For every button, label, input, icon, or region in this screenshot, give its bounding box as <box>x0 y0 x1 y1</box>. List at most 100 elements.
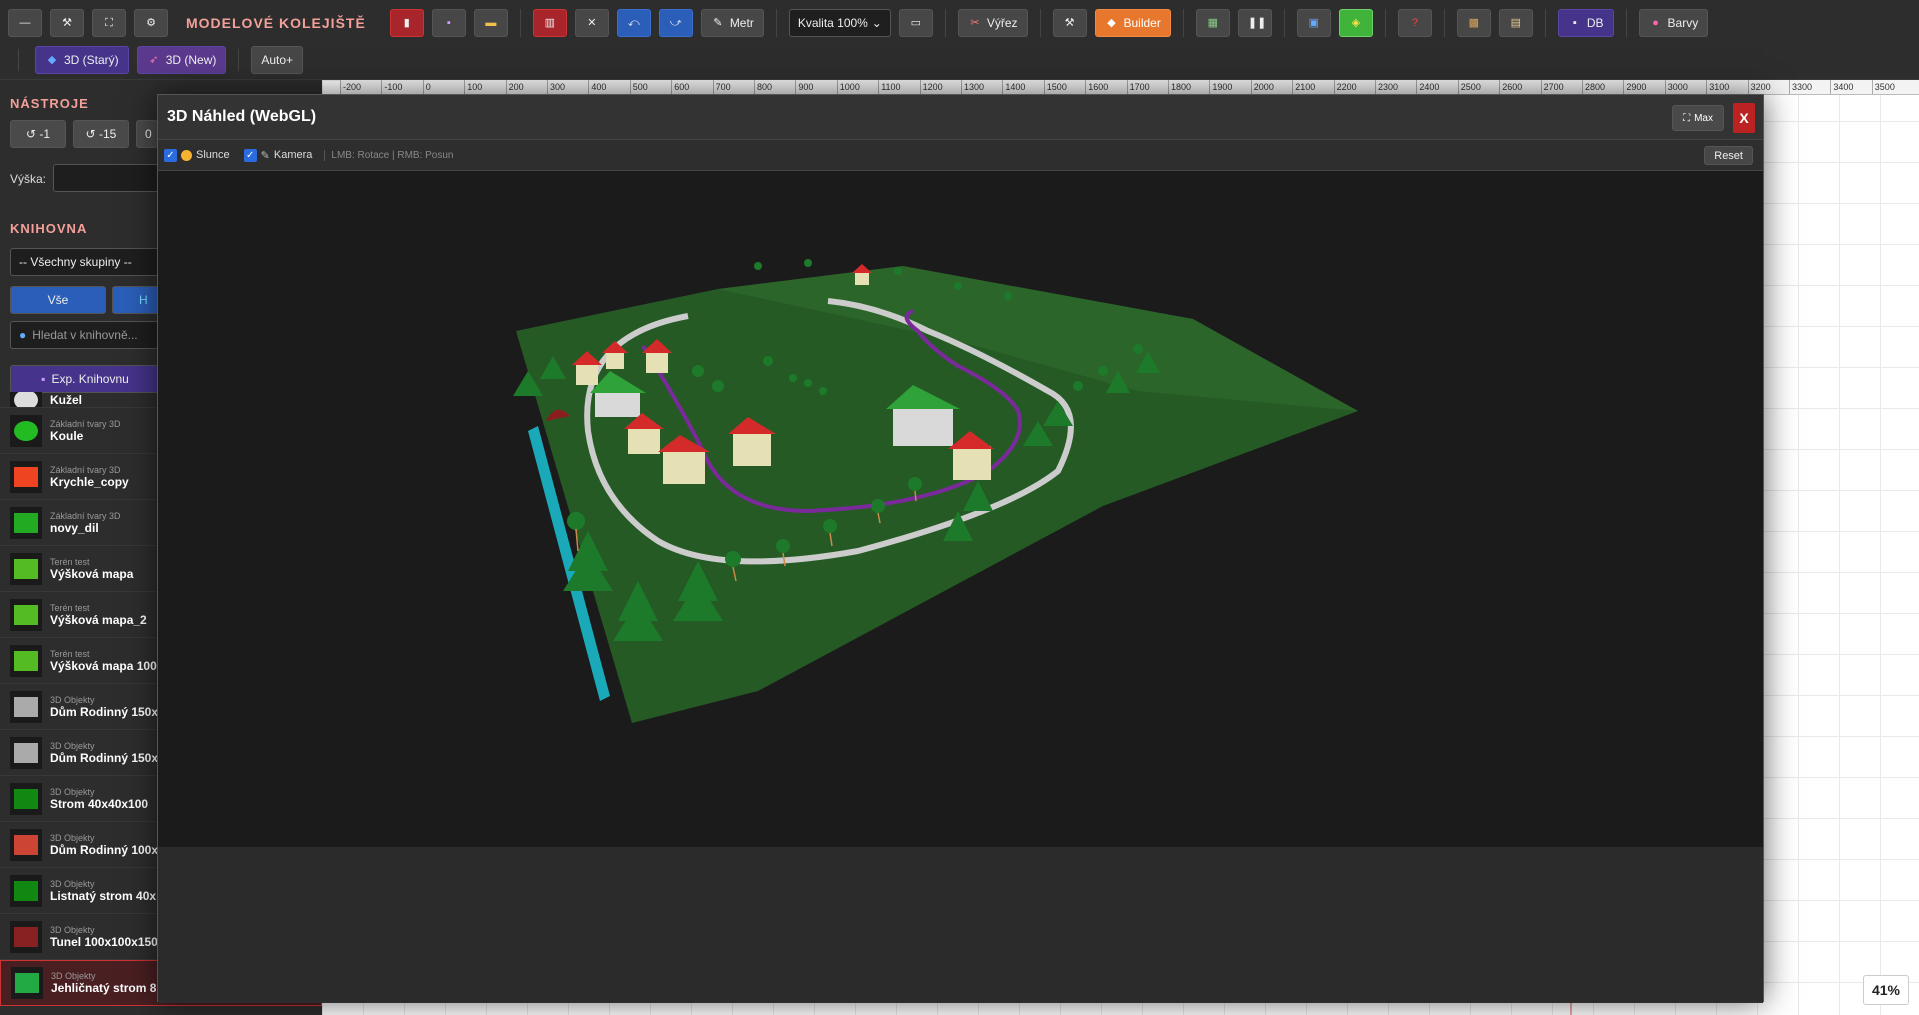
search-icon: ● <box>19 328 27 342</box>
save-button[interactable]: ▪ <box>431 9 466 37</box>
dialog-footer <box>158 847 1763 1003</box>
library-item-name: Krychle_copy <box>50 474 129 489</box>
ruler-tick: 2100 <box>1292 80 1315 94</box>
pause-button[interactable]: ❚❚ <box>1237 9 1272 37</box>
package-button[interactable]: ▩ <box>1456 9 1491 37</box>
ruler-tick: 2300 <box>1375 80 1398 94</box>
palette-icon: ● <box>1652 17 1659 29</box>
library-item-category: 3D Objekty <box>50 694 95 705</box>
tools-section-title: NÁSTROJE <box>10 96 89 111</box>
library-item-thumbnail <box>10 874 42 907</box>
library-item-category: Terén test <box>50 648 90 659</box>
library-item-thumbnail <box>10 552 42 585</box>
library-search-input[interactable]: ● Hledat v knihovně... <box>10 321 160 349</box>
build-tools-button[interactable]: ⚒ <box>1052 9 1087 37</box>
pause-icon: ❚❚ <box>1247 17 1267 29</box>
image-button[interactable]: ▣ <box>1296 9 1331 37</box>
library-item-thumbnail <box>10 828 42 861</box>
webgl-viewport[interactable] <box>158 171 1763 847</box>
ruler-tick: 300 <box>547 80 565 94</box>
open-button[interactable]: ▬ <box>473 9 508 37</box>
settings-button[interactable]: ⚙ <box>134 9 168 37</box>
ruler-tick: 1100 <box>878 80 901 94</box>
ruler-tick: 600 <box>671 80 689 94</box>
preview-3d-dialog: 3D Náhled (WebGL) ⛶ Max X ✓ Slunce ✓ ✎ Ka… <box>157 94 1764 1003</box>
library-item-text: Základní tvary 3D Koule <box>50 419 121 443</box>
sun-checkbox[interactable]: ✓ <box>164 148 177 162</box>
ruler-tick: 1000 <box>836 80 860 94</box>
zoom-indicator: 41% <box>1863 975 1909 1005</box>
rotate-minus-1-button[interactable]: ↺ -1 <box>10 120 66 148</box>
layers-button[interactable]: ▦ <box>1195 9 1230 37</box>
gear-icon: ⚙ <box>146 17 156 29</box>
filter-all-button[interactable]: Vše <box>10 286 106 314</box>
export-library-button[interactable]: ▪ Exp. Knihovnu <box>10 365 160 393</box>
builder-button[interactable]: ◆ Builder <box>1094 9 1171 37</box>
library-item-name: Strom 40x40x100 <box>50 796 149 811</box>
library-item-name: novy_dil <box>50 520 99 535</box>
ruler-tick: 2800 <box>1582 80 1605 94</box>
ruler-tick: 0 <box>422 80 431 94</box>
library-item-text: 3D Objekty Jehličnatý strom 8 <box>51 971 156 995</box>
library-item-text: 3D Objekty Strom 40x40x100 <box>50 787 148 811</box>
clipboard-button[interactable]: ▤ <box>1498 9 1533 37</box>
filter-flag-button[interactable]: H <box>112 286 160 314</box>
library-item-text: Terén test Výšková mapa_2 <box>50 603 147 627</box>
height-input[interactable] <box>53 164 163 192</box>
ruler-tick: 2400 <box>1416 80 1439 94</box>
library-item-text: Základní tvary 3D novy_dil <box>50 511 121 535</box>
ruler-tick: 100 <box>464 80 482 94</box>
library-item-thumbnail <box>11 967 43 999</box>
colors-button[interactable]: ● Barvy <box>1638 9 1709 37</box>
library-item-preview-icon <box>14 466 38 487</box>
library-item-text: 3D Objekty Listnatý strom 40x <box>50 879 156 903</box>
measure-button[interactable]: ✎ Metr <box>700 9 764 37</box>
help-button[interactable]: ? <box>1397 9 1432 37</box>
display-button[interactable]: ▭ <box>898 9 933 37</box>
fullscreen-button[interactable]: ⛶ <box>92 9 126 37</box>
collapse-menu-button[interactable]: — <box>8 9 42 37</box>
ruler-tick: 3000 <box>1664 80 1688 94</box>
scene-render <box>513 259 1358 723</box>
dialog-header: 3D Náhled (WebGL) ⛶ Max X <box>158 95 1763 140</box>
rotate-zero-button[interactable]: 0 <box>136 120 158 148</box>
chevron-down-icon: ⌄ <box>871 16 882 30</box>
auto-label: Auto+ <box>261 53 294 67</box>
library-item-thumbnail <box>10 506 42 539</box>
rotate-minus-15-button[interactable]: ↺ -15 <box>73 120 129 148</box>
library-item-thumbnail <box>10 690 42 723</box>
group-select[interactable]: -- Všechny skupiny -- <box>10 248 160 276</box>
view3d-new-button[interactable]: ➶ 3D (New) <box>136 46 227 74</box>
library-item-name: Výšková mapa_2 <box>50 612 147 627</box>
toolbar-divider <box>18 49 19 71</box>
library-item-text: Kužel <box>50 393 82 407</box>
database-icon: ▪ <box>1572 17 1577 29</box>
quality-select[interactable]: Kvalita 100% ⌄ <box>788 9 891 37</box>
crop-button[interactable]: ✂ Výřez <box>957 9 1028 37</box>
reset-view-button[interactable]: Reset <box>1704 146 1753 165</box>
view3d-old-button[interactable]: ◆ 3D (Starý) <box>35 46 129 74</box>
toolbar-divider <box>1443 9 1445 37</box>
library-item-category: Terén test <box>50 602 90 613</box>
toolbar-divider <box>944 9 946 37</box>
undo-button[interactable]: ⤺ <box>616 9 651 37</box>
ruler-tick: 500 <box>629 80 648 94</box>
delete-button[interactable]: ▥ <box>532 9 567 37</box>
new-file-button[interactable]: ▮ <box>389 9 424 37</box>
redo-button[interactable]: ⤻ <box>658 9 693 37</box>
camera-checkbox[interactable]: ✓ <box>243 148 257 162</box>
database-button[interactable]: ▪ DB <box>1557 9 1614 37</box>
toolbar-divider <box>775 9 777 37</box>
filter-flag-label: H <box>139 293 148 307</box>
cancel-button[interactable]: ✕ <box>574 9 609 37</box>
maximize-button[interactable]: ⛶ Max <box>1672 105 1724 131</box>
new-document-icon: ▮ <box>403 17 410 29</box>
library-item-text: 3D Objekty Dům Rodinný 150x <box>50 695 158 719</box>
tools-button[interactable]: ⚒ <box>50 9 84 37</box>
close-dialog-button[interactable]: X <box>1733 103 1755 133</box>
layers-icon: ▦ <box>1207 17 1219 29</box>
measure-label: Metr <box>729 16 754 30</box>
auto-button[interactable]: Auto+ <box>251 46 304 74</box>
ticket-button[interactable]: ◈ <box>1338 9 1373 37</box>
library-item-text: 3D Objekty Tunel 100x100x150 <box>50 925 158 949</box>
